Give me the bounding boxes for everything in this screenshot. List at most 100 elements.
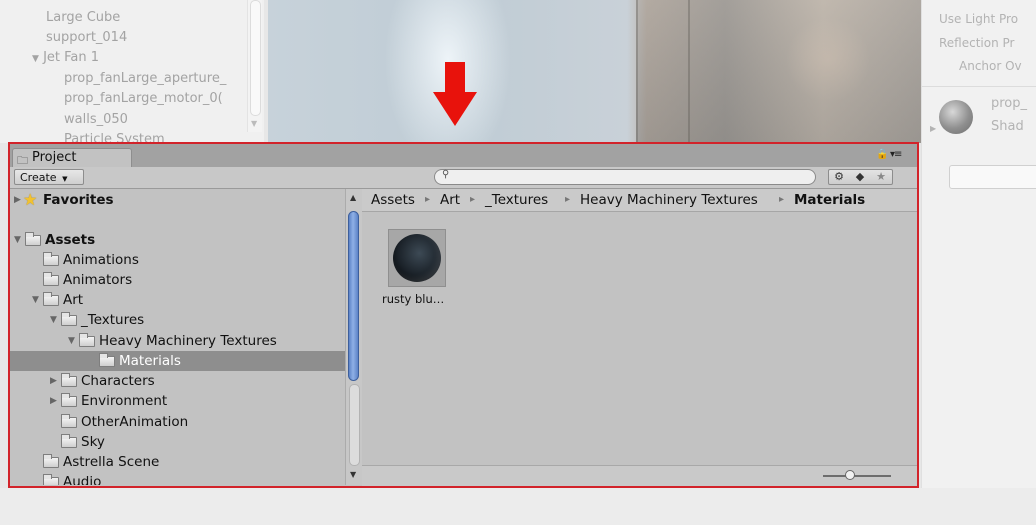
- create-label: Create: [20, 171, 57, 184]
- hierarchy-item-label: Jet Fan 1: [43, 50, 100, 65]
- tree-item-sky[interactable]: Sky: [10, 432, 345, 452]
- lock-icon[interactable]: 🔒: [876, 149, 888, 160]
- hierarchy-item[interactable]: walls_050: [64, 110, 128, 130]
- inspector-panel: Use Light Pro Reflection Pr Anchor Ov pr…: [921, 0, 1036, 143]
- expand-triangle-icon[interactable]: ▼: [68, 331, 75, 351]
- scene-seam: [688, 0, 690, 143]
- tree-item-label: Heavy Machinery Textures: [99, 333, 277, 349]
- tree-item-environment[interactable]: ▶ Environment: [10, 391, 345, 411]
- tree-item-characters[interactable]: ▶ Characters: [10, 371, 345, 391]
- asset-bottom-bar: [362, 465, 917, 486]
- expand-triangle-icon[interactable]: ▼: [50, 310, 57, 330]
- hierarchy-item-jet-fan[interactable]: ▼ Jet Fan 1: [32, 48, 99, 68]
- tree-item-animations[interactable]: Animations: [10, 250, 345, 270]
- tree-item-animators[interactable]: Animators: [10, 270, 345, 290]
- status-bar: [0, 488, 1036, 525]
- breadcrumb: Assets ▸ Art ▸ _Textures ▸ Heavy Machine…: [362, 189, 917, 212]
- scrollbar-track[interactable]: [349, 384, 360, 466]
- type-filter-icon[interactable]: ⚙: [830, 169, 848, 185]
- hierarchy-item[interactable]: Large Cube: [46, 8, 120, 28]
- search-input[interactable]: ⚲: [434, 169, 816, 185]
- folder-icon: [43, 272, 59, 286]
- scroll-down-arrow-icon[interactable]: ▼: [350, 470, 356, 479]
- scroll-up-arrow-icon[interactable]: ▲: [350, 193, 356, 202]
- folder-icon: [79, 333, 95, 347]
- tree-item-favorites[interactable]: ▶ ★ Favorites: [10, 190, 345, 210]
- tree-item-otheranimation[interactable]: OtherAnimation: [10, 412, 345, 432]
- tree-item-label: _Textures: [81, 312, 145, 328]
- tree-item-label: Characters: [81, 373, 155, 389]
- tree-item-audio[interactable]: Audio: [10, 472, 345, 485]
- breadcrumb-item[interactable]: Assets: [371, 189, 415, 211]
- asset-grid: rusty blu…: [362, 212, 917, 465]
- tree-item-assets[interactable]: ▼ Assets: [10, 230, 345, 250]
- folder-icon: [61, 434, 77, 448]
- shader-label: Shad: [991, 119, 1024, 134]
- inspector-body: [921, 143, 1036, 488]
- breadcrumb-separator-icon: ▸: [779, 194, 785, 205]
- folder-tree-scrollbar[interactable]: ▲ ▼: [345, 189, 362, 485]
- tree-item-label: Sky: [81, 434, 105, 450]
- asset-thumbnail[interactable]: [388, 229, 446, 287]
- folder-icon: [43, 252, 59, 266]
- expand-triangle-icon[interactable]: ▶: [50, 371, 57, 391]
- folder-icon: [61, 312, 77, 326]
- foldout-arrow-icon[interactable]: ▶: [930, 124, 936, 133]
- scene-view[interactable]: [268, 0, 921, 143]
- search-icon: ⚲: [442, 169, 450, 180]
- expand-triangle-icon[interactable]: ▼: [32, 290, 39, 310]
- breadcrumb-item[interactable]: Heavy Machinery Textures: [580, 189, 758, 211]
- add-component-button[interactable]: [949, 165, 1036, 189]
- scrollbar-thumb[interactable]: [348, 211, 359, 381]
- breadcrumb-item-current[interactable]: Materials: [794, 189, 865, 211]
- material-name: prop_: [991, 96, 1028, 111]
- tree-item-label: Environment: [81, 393, 168, 409]
- breadcrumb-separator-icon: ▸: [425, 194, 431, 205]
- star-icon[interactable]: ★: [872, 169, 890, 185]
- tree-item-materials[interactable]: Materials: [10, 351, 345, 371]
- expand-triangle-icon[interactable]: ▶: [50, 391, 57, 411]
- expand-triangle-icon[interactable]: ▶: [14, 190, 21, 210]
- filter-button-group: ⚙ ◆ ★: [828, 169, 893, 185]
- label-filter-icon[interactable]: ◆: [851, 169, 869, 185]
- material-sphere-icon: [393, 234, 441, 282]
- folder-icon: [61, 373, 77, 387]
- star-icon: ★: [23, 190, 38, 209]
- hierarchy-scrollbar[interactable]: ▼: [247, 0, 262, 132]
- tree-item-label: Animations: [63, 252, 139, 268]
- create-button[interactable]: Create ▼: [14, 169, 84, 185]
- hierarchy-item[interactable]: prop_fanLarge_aperture_: [64, 69, 226, 89]
- breadcrumb-separator-icon: ▸: [565, 194, 571, 205]
- expand-triangle-icon[interactable]: ▼: [32, 54, 39, 64]
- tree-item-label: Materials: [119, 353, 181, 369]
- tree-item-astrella-scene[interactable]: Astrella Scene: [10, 452, 345, 472]
- breadcrumb-item[interactable]: Art: [440, 189, 460, 211]
- hierarchy-item[interactable]: support_014: [46, 28, 127, 48]
- hierarchy-panel: Large Cube support_014 ▼ Jet Fan 1 prop_…: [0, 0, 264, 143]
- expand-triangle-icon[interactable]: ▼: [14, 230, 21, 250]
- folder-icon: [61, 414, 77, 428]
- folder-icon: [43, 474, 59, 485]
- scroll-down-arrow-icon[interactable]: ▼: [251, 119, 257, 128]
- tab-project[interactable]: 🗀 Project: [12, 148, 132, 168]
- thumbnail-size-slider[interactable]: [823, 475, 891, 477]
- tree-item-heavy-machinery-textures[interactable]: ▼ Heavy Machinery Textures: [10, 331, 345, 351]
- folder-icon: [43, 454, 59, 468]
- tab-bar: 🗀 Project 🔒 ▾≡: [10, 144, 917, 168]
- breadcrumb-item[interactable]: _Textures: [485, 189, 548, 211]
- tree-item-art[interactable]: ▼ Art: [10, 290, 345, 310]
- folder-icon: [61, 393, 77, 407]
- hierarchy-item[interactable]: prop_fanLarge_motor_0(: [64, 89, 223, 109]
- scrollbar-thumb[interactable]: [250, 0, 261, 116]
- anchor-override-label: Anchor Ov: [959, 59, 1022, 73]
- tree-item-textures[interactable]: ▼ _Textures: [10, 310, 345, 330]
- tab-label: Project: [32, 150, 77, 165]
- project-toolbar: Create ▼ ⚲ ⚙ ◆ ★: [10, 167, 917, 189]
- use-light-probes-label: Use Light Pro: [939, 12, 1019, 26]
- divider: [922, 86, 1036, 87]
- reflection-probes-label: Reflection Pr: [939, 36, 1015, 50]
- slider-knob[interactable]: [845, 470, 855, 480]
- dropdown-arrow-icon: ▼: [62, 175, 68, 183]
- menu-icon[interactable]: ▾≡: [890, 149, 902, 160]
- asset-label[interactable]: rusty blu…: [382, 292, 444, 306]
